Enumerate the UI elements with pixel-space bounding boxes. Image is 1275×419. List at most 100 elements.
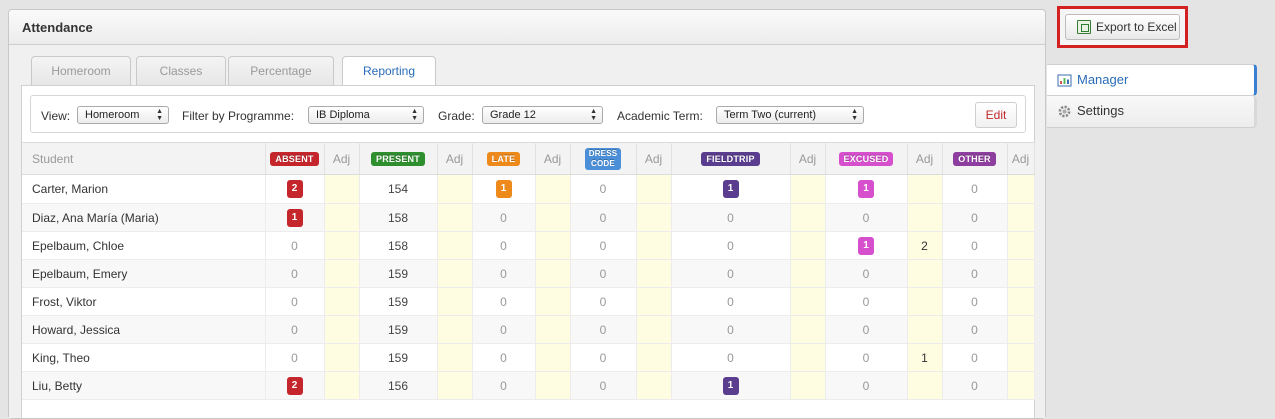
absent-adj-cell[interactable] bbox=[324, 203, 360, 232]
excused-adj-cell[interactable] bbox=[907, 259, 943, 288]
late-adj-cell[interactable] bbox=[535, 371, 571, 400]
present-adj-cell[interactable] bbox=[437, 343, 473, 372]
dress-adj-cell[interactable] bbox=[636, 343, 672, 372]
late-adj-cell[interactable] bbox=[535, 343, 571, 372]
excused-adj-cell[interactable] bbox=[907, 287, 943, 316]
student-name[interactable]: Frost, Viktor bbox=[22, 287, 266, 316]
present-adj-cell[interactable] bbox=[437, 259, 473, 288]
absent-adj-cell[interactable] bbox=[324, 287, 360, 316]
other-adj-cell[interactable] bbox=[1007, 287, 1035, 316]
excused-adj-cell[interactable] bbox=[907, 315, 943, 344]
fieldtrip-adj-cell[interactable] bbox=[790, 287, 826, 316]
late-adj-cell[interactable] bbox=[535, 174, 571, 204]
filter-bar: View: Homeroom ▲ ▼ Filter by Programme: I… bbox=[30, 95, 1026, 133]
excused-adj-cell[interactable]: 1 bbox=[907, 343, 943, 372]
absent-adj-cell[interactable] bbox=[324, 231, 360, 260]
absent-adj-cell[interactable] bbox=[324, 259, 360, 288]
absent-adj-cell[interactable] bbox=[324, 315, 360, 344]
dress-column-header[interactable]: DRESS CODE bbox=[570, 142, 637, 175]
other-status-label: OTHER bbox=[953, 152, 996, 166]
fieldtrip-adj-cell[interactable] bbox=[790, 343, 826, 372]
excused-adj-cell[interactable]: 2 bbox=[907, 231, 943, 260]
student-name[interactable]: Diaz, Ana María (Maria) bbox=[22, 203, 266, 232]
excused-count-badge[interactable]: 1 bbox=[858, 180, 874, 198]
fieldtrip-adj-cell[interactable] bbox=[790, 315, 826, 344]
excused-column-header[interactable]: EXCUSED bbox=[825, 142, 908, 175]
excused-adj-cell[interactable] bbox=[907, 174, 943, 204]
tab-homeroom[interactable]: Homeroom bbox=[31, 56, 131, 86]
other-adj-cell[interactable] bbox=[1007, 343, 1035, 372]
other-adj-cell[interactable] bbox=[1007, 203, 1035, 232]
student-name[interactable]: Epelbaum, Emery bbox=[22, 259, 266, 288]
fieldtrip-adj-cell[interactable] bbox=[790, 259, 826, 288]
late-adj-cell[interactable] bbox=[535, 203, 571, 232]
other-adj-cell[interactable] bbox=[1007, 315, 1035, 344]
student-name[interactable]: Carter, Marion bbox=[22, 174, 266, 204]
excused-adj-cell[interactable] bbox=[907, 371, 943, 400]
dress-adj-cell[interactable] bbox=[636, 287, 672, 316]
term-select[interactable]: Term Two (current) ▲ ▼ bbox=[716, 106, 864, 124]
late-adj-cell[interactable] bbox=[535, 287, 571, 316]
excused-adj-cell[interactable] bbox=[907, 203, 943, 232]
absent-adj-cell[interactable] bbox=[324, 174, 360, 204]
table-row: Frost, Viktor 0 159 0 0 0 0 0 bbox=[22, 287, 1035, 316]
present-adj-cell[interactable] bbox=[437, 315, 473, 344]
other-count-cell: 0 bbox=[942, 259, 1008, 288]
other-adj-cell[interactable] bbox=[1007, 371, 1035, 400]
side-nav-settings[interactable]: Settings bbox=[1047, 96, 1257, 128]
fieldtrip-adj-cell[interactable] bbox=[790, 174, 826, 204]
absent-column-header[interactable]: ABSENT bbox=[265, 142, 325, 175]
student-name[interactable]: Liu, Betty bbox=[22, 371, 266, 400]
edit-button[interactable]: Edit bbox=[975, 102, 1017, 128]
fieldtrip-column-header[interactable]: FIELDTRIP bbox=[671, 142, 791, 175]
late-column-header[interactable]: LATE bbox=[472, 142, 536, 175]
fieldtrip-adj-cell[interactable] bbox=[790, 231, 826, 260]
tab-reporting[interactable]: Reporting bbox=[342, 56, 436, 87]
dress-adj-cell[interactable] bbox=[636, 203, 672, 232]
absent-adj-cell[interactable] bbox=[324, 371, 360, 400]
absent-count-badge[interactable]: 2 bbox=[286, 376, 303, 395]
side-nav-manager-label: Manager bbox=[1077, 72, 1129, 87]
dress-adj-cell[interactable] bbox=[636, 174, 672, 204]
tab-classes[interactable]: Classes bbox=[136, 56, 226, 86]
present-adj-cell[interactable] bbox=[437, 231, 473, 260]
dress-adj-cell[interactable] bbox=[636, 315, 672, 344]
fieldtrip-count-cell: 0 bbox=[671, 343, 791, 372]
fieldtrip-adj-cell[interactable] bbox=[790, 203, 826, 232]
dress-adj-cell[interactable] bbox=[636, 371, 672, 400]
present-adj-cell[interactable] bbox=[437, 287, 473, 316]
late-adj-cell[interactable] bbox=[535, 315, 571, 344]
dress-adj-cell[interactable] bbox=[636, 259, 672, 288]
view-select[interactable]: Homeroom ▲ ▼ bbox=[77, 106, 169, 124]
student-name[interactable]: Epelbaum, Chloe bbox=[22, 231, 266, 260]
fieldtrip-adj-cell[interactable] bbox=[790, 371, 826, 400]
panel-title: Attendance bbox=[9, 10, 1045, 45]
late-adj-cell[interactable] bbox=[535, 259, 571, 288]
student-name[interactable]: Howard, Jessica bbox=[22, 315, 266, 344]
present-adj-cell[interactable] bbox=[437, 174, 473, 204]
excused-count-badge[interactable]: 1 bbox=[858, 236, 874, 255]
fieldtrip-count-badge[interactable]: 1 bbox=[722, 180, 739, 198]
late-adj-cell[interactable] bbox=[535, 231, 571, 260]
side-nav-manager[interactable]: Manager bbox=[1047, 64, 1257, 96]
other-count-cell: 0 bbox=[942, 371, 1008, 400]
dress-adj-cell[interactable] bbox=[636, 231, 672, 260]
grade-select[interactable]: Grade 12 ▲ ▼ bbox=[482, 106, 603, 124]
present-column-header[interactable]: PRESENT bbox=[359, 142, 438, 175]
export-to-excel-button[interactable]: Export to Excel bbox=[1065, 14, 1180, 40]
other-adj-cell[interactable] bbox=[1007, 231, 1035, 260]
other-adj-cell[interactable] bbox=[1007, 259, 1035, 288]
fieldtrip-count-badge[interactable]: 1 bbox=[722, 376, 739, 395]
student-name[interactable]: King, Theo bbox=[22, 343, 266, 372]
absent-count-badge[interactable]: 1 bbox=[286, 208, 303, 227]
present-adj-cell[interactable] bbox=[437, 203, 473, 232]
tab-percentage[interactable]: Percentage bbox=[228, 56, 334, 86]
absent-count-badge[interactable]: 2 bbox=[286, 180, 303, 198]
late-count-badge[interactable]: 1 bbox=[495, 180, 512, 198]
other-column-header[interactable]: OTHER bbox=[942, 142, 1008, 175]
programme-select[interactable]: IB Diploma ▲ ▼ bbox=[308, 106, 424, 124]
absent-adj-cell[interactable] bbox=[324, 343, 360, 372]
present-adj-cell[interactable] bbox=[437, 371, 473, 400]
student-column-header[interactable]: Student bbox=[22, 142, 266, 175]
other-adj-cell[interactable] bbox=[1007, 174, 1035, 204]
